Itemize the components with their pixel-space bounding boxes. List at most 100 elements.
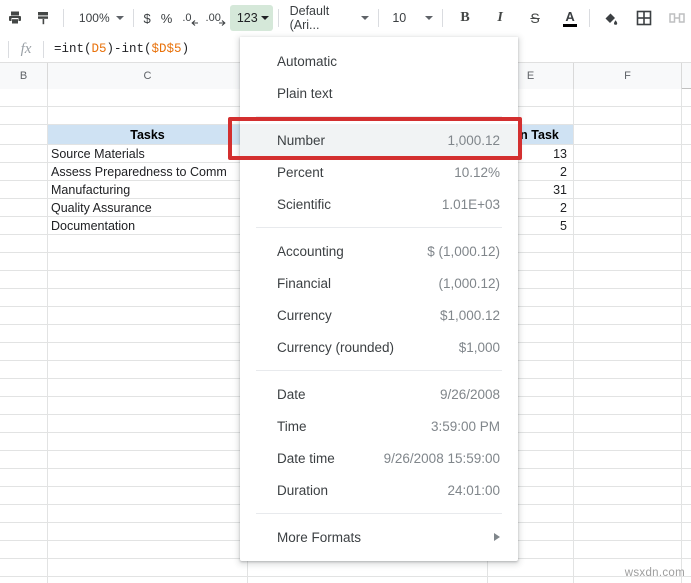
cell-f[interactable] <box>574 307 682 324</box>
cell-b[interactable] <box>0 415 48 432</box>
cell-b[interactable] <box>0 181 48 198</box>
cell-f[interactable] <box>574 217 682 234</box>
cell-f[interactable] <box>574 415 682 432</box>
cell-f[interactable] <box>574 379 682 396</box>
print-icon[interactable] <box>3 5 29 31</box>
cell-c[interactable] <box>48 415 248 432</box>
cell-b[interactable] <box>0 379 48 396</box>
cell-b[interactable] <box>0 361 48 378</box>
cell-f[interactable] <box>574 469 682 486</box>
cell-b[interactable] <box>0 235 48 252</box>
bold-button[interactable]: B <box>452 5 478 31</box>
cell-b[interactable] <box>0 145 48 162</box>
cell-f[interactable] <box>574 271 682 288</box>
currency-format-button[interactable]: $ <box>139 5 156 31</box>
cell-task[interactable]: Quality Assurance <box>48 199 248 216</box>
cell-b[interactable] <box>0 125 48 144</box>
cell-b[interactable] <box>0 343 48 360</box>
cell-f[interactable] <box>574 505 682 522</box>
cell-f[interactable] <box>574 361 682 378</box>
cell-task[interactable]: Assess Preparedness to Comm <box>48 163 248 180</box>
cell-c[interactable] <box>48 523 248 540</box>
cell-b[interactable] <box>0 523 48 540</box>
menu-item-number[interactable]: Number 1,000.12 <box>240 124 518 156</box>
cell-c[interactable] <box>48 325 248 342</box>
zoom-selector[interactable]: 100% <box>71 5 128 31</box>
cell-b[interactable] <box>0 289 48 306</box>
cell-f[interactable] <box>574 235 682 252</box>
font-size-selector[interactable]: 10 <box>384 5 437 31</box>
cell-c[interactable] <box>48 107 248 124</box>
cell-f[interactable] <box>574 487 682 504</box>
cell-c[interactable] <box>48 559 248 576</box>
menu-item-more-formats[interactable]: More Formats <box>240 521 518 553</box>
cell-c[interactable] <box>48 379 248 396</box>
cell-b[interactable] <box>0 199 48 216</box>
cell-f[interactable] <box>574 343 682 360</box>
cell-b[interactable] <box>0 577 48 583</box>
cell-f[interactable] <box>574 145 682 162</box>
text-color-button[interactable]: A <box>557 5 583 31</box>
cell-b[interactable] <box>0 397 48 414</box>
cell-d[interactable] <box>248 577 488 583</box>
cell-c[interactable] <box>48 289 248 306</box>
cell-c[interactable] <box>48 89 248 106</box>
cell-c[interactable] <box>48 469 248 486</box>
cell-task[interactable]: Source Materials <box>48 145 248 162</box>
cell-f[interactable] <box>574 289 682 306</box>
cell-c[interactable] <box>48 577 248 583</box>
menu-item-date-time[interactable]: Date time 9/26/2008 15:59:00 <box>240 442 518 474</box>
cell-f[interactable] <box>574 181 682 198</box>
cell-f[interactable] <box>574 163 682 180</box>
cell-f[interactable] <box>574 199 682 216</box>
cell-c[interactable] <box>48 271 248 288</box>
cell-f[interactable] <box>574 397 682 414</box>
menu-item-duration[interactable]: Duration 24:01:00 <box>240 474 518 506</box>
cell-f[interactable] <box>574 125 682 144</box>
cell-c[interactable] <box>48 397 248 414</box>
cell-c[interactable] <box>48 487 248 504</box>
decrease-decimal-button[interactable]: .0 <box>177 5 199 31</box>
cell-c[interactable] <box>48 541 248 558</box>
cell-b[interactable] <box>0 325 48 342</box>
cell-task[interactable]: Documentation <box>48 217 248 234</box>
number-format-menu[interactable]: Automatic Plain text Number 1,000.12 Per… <box>240 37 518 561</box>
paint-format-icon[interactable] <box>31 5 57 31</box>
table-row[interactable] <box>0 577 691 583</box>
cell-f[interactable] <box>574 107 682 124</box>
italic-button[interactable]: I <box>487 5 513 31</box>
menu-item-currency-rounded[interactable]: Currency (rounded) $1,000 <box>240 331 518 363</box>
cell-b[interactable] <box>0 271 48 288</box>
menu-item-automatic[interactable]: Automatic <box>240 45 518 77</box>
menu-item-percent[interactable]: Percent 10.12% <box>240 156 518 188</box>
cell-f[interactable] <box>574 89 682 106</box>
cell-tasks-header[interactable]: Tasks <box>48 125 248 144</box>
cell-task[interactable]: Manufacturing <box>48 181 248 198</box>
cell-c[interactable] <box>48 307 248 324</box>
cell-c[interactable] <box>48 343 248 360</box>
cell-d[interactable] <box>248 559 488 576</box>
borders-icon[interactable] <box>631 5 657 31</box>
menu-item-plain-text[interactable]: Plain text <box>240 77 518 109</box>
cell-b[interactable] <box>0 559 48 576</box>
cell-c[interactable] <box>48 253 248 270</box>
cell-c[interactable] <box>48 451 248 468</box>
column-header-f[interactable]: F <box>574 63 682 89</box>
cell-f[interactable] <box>574 523 682 540</box>
menu-item-currency[interactable]: Currency $1,000.12 <box>240 299 518 331</box>
increase-decimal-button[interactable]: .00 <box>201 5 226 31</box>
cell-b[interactable] <box>0 433 48 450</box>
menu-item-financial[interactable]: Financial (1,000.12) <box>240 267 518 299</box>
cell-b[interactable] <box>0 451 48 468</box>
cell-b[interactable] <box>0 163 48 180</box>
percent-format-button[interactable]: % <box>156 5 178 31</box>
cell-b[interactable] <box>0 487 48 504</box>
fill-color-icon[interactable] <box>598 5 624 31</box>
cell-f[interactable] <box>574 325 682 342</box>
cell-b[interactable] <box>0 307 48 324</box>
cell-c[interactable] <box>48 505 248 522</box>
cell-b[interactable] <box>0 469 48 486</box>
cell-c[interactable] <box>48 235 248 252</box>
cell-c[interactable] <box>48 361 248 378</box>
cell-e[interactable] <box>488 559 574 576</box>
